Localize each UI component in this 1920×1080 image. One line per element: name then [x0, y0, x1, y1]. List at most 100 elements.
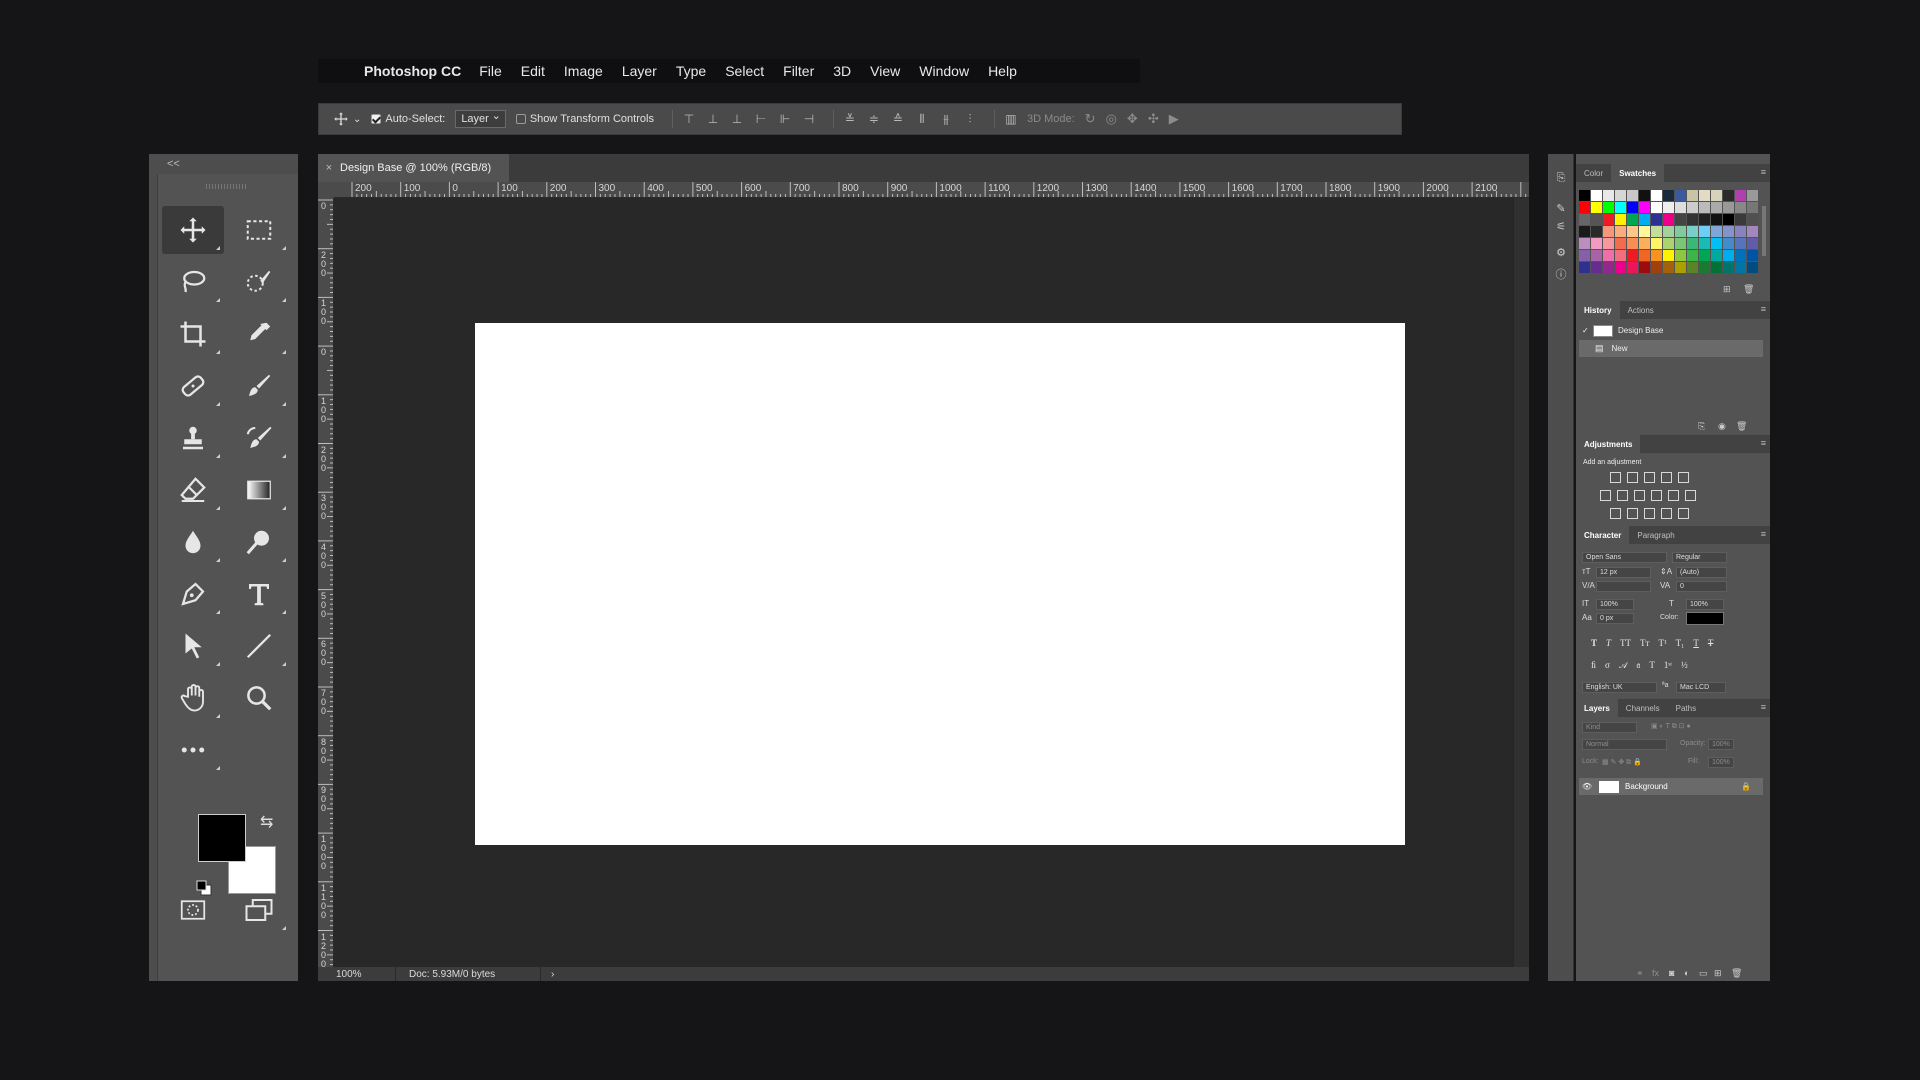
channel-mixer-icon[interactable] — [1668, 490, 1679, 501]
tool-preset-picker[interactable]: ⌄ — [333, 111, 361, 127]
tab-color[interactable]: Color — [1576, 164, 1611, 182]
panel-menu-icon[interactable]: ≡ — [1761, 702, 1766, 712]
color-swatch[interactable] — [1747, 190, 1758, 201]
dodge-tool[interactable] — [228, 518, 290, 566]
3d-roll-icon[interactable]: ◎ — [1106, 111, 1117, 127]
color-swatch[interactable] — [1627, 250, 1638, 261]
color-swatch[interactable] — [1615, 214, 1626, 225]
distribute-left-icon[interactable]: ⫴ — [914, 111, 930, 127]
tab-paragraph[interactable]: Paragraph — [1629, 526, 1682, 544]
text-color-swatch[interactable] — [1686, 612, 1724, 625]
trash-icon[interactable]: 🗑 — [1731, 968, 1742, 979]
color-swatch[interactable] — [1639, 226, 1650, 237]
tab-channels[interactable]: Channels — [1618, 699, 1668, 717]
font-size-field[interactable]: 12 px — [1596, 567, 1651, 578]
crop-tool[interactable] — [162, 310, 224, 358]
color-swatch[interactable] — [1711, 226, 1722, 237]
color-swatch[interactable] — [1723, 226, 1734, 237]
color-balance-icon[interactable] — [1617, 490, 1628, 501]
color-swatch[interactable] — [1639, 202, 1650, 213]
color-swatch[interactable] — [1699, 262, 1710, 273]
align-left-icon[interactable]: ⊢ — [753, 111, 769, 127]
link-layers-icon[interactable]: ⚭ — [1636, 968, 1644, 979]
color-swatch[interactable] — [1723, 238, 1734, 249]
marquee-tool[interactable] — [228, 206, 290, 254]
ruler-origin[interactable] — [318, 182, 334, 198]
zoom-tool[interactable] — [228, 674, 290, 722]
color-swatch[interactable] — [1651, 226, 1662, 237]
strikethrough-icon[interactable]: T — [1708, 638, 1714, 648]
properties-panel-icon[interactable]: ⚙ — [1554, 246, 1568, 260]
leading-field[interactable]: (Auto) — [1676, 567, 1727, 578]
align-top-icon[interactable]: ⊤ — [681, 111, 697, 127]
align-vertical-center-icon[interactable]: ⊥ — [705, 111, 721, 127]
auto-align-layers-icon[interactable]: ▥ — [1003, 111, 1019, 127]
subscript-icon[interactable]: T₁ — [1676, 638, 1685, 648]
clone-stamp-tool[interactable] — [162, 414, 224, 462]
color-swatch[interactable] — [1687, 250, 1698, 261]
tab-character[interactable]: Character — [1576, 526, 1630, 544]
history-brush-panel-icon[interactable]: ⎘ — [1554, 172, 1568, 186]
color-swatch[interactable] — [1723, 190, 1734, 201]
font-style-dropdown[interactable]: Regular — [1672, 552, 1727, 563]
all-caps-icon[interactable]: TT — [1620, 638, 1631, 648]
eraser-tool[interactable] — [162, 466, 224, 514]
color-swatch[interactable] — [1687, 226, 1698, 237]
color-swatch[interactable] — [1723, 202, 1734, 213]
color-swatch[interactable] — [1603, 190, 1614, 201]
brush-tool[interactable] — [228, 362, 290, 410]
eye-icon[interactable]: 👁 — [1579, 782, 1595, 791]
color-swatch[interactable] — [1735, 214, 1746, 225]
faux-bold-icon[interactable]: T — [1591, 638, 1597, 648]
color-swatch[interactable] — [1663, 262, 1674, 273]
color-swatch[interactable] — [1663, 202, 1674, 213]
color-swatch[interactable] — [1603, 214, 1614, 225]
color-swatch[interactable] — [1603, 250, 1614, 261]
color-swatch[interactable] — [1651, 262, 1662, 273]
new-document-from-state-icon[interactable]: ⎘ — [1698, 421, 1705, 432]
antialias-dropdown[interactable]: Mac LCD — [1676, 682, 1726, 693]
menu-filter[interactable]: Filter — [783, 63, 814, 79]
color-swatch[interactable] — [1579, 226, 1590, 237]
color-swatch[interactable] — [1699, 214, 1710, 225]
new-layer-icon[interactable]: ⊞ — [1714, 968, 1722, 979]
color-swatch[interactable] — [1687, 238, 1698, 249]
color-swatch[interactable] — [1747, 250, 1758, 261]
color-swatch[interactable] — [1579, 190, 1590, 201]
baseline-shift-field[interactable]: 0 px — [1596, 613, 1634, 624]
3d-scale-icon[interactable]: ▶ — [1169, 111, 1179, 127]
color-swatch[interactable] — [1579, 262, 1590, 273]
color-swatch[interactable] — [1591, 202, 1602, 213]
color-swatch[interactable] — [1579, 202, 1590, 213]
color-swatch[interactable] — [1639, 250, 1650, 261]
menu-image[interactable]: Image — [564, 63, 603, 79]
color-swatch[interactable] — [1591, 238, 1602, 249]
color-swatch[interactable] — [1735, 262, 1746, 273]
distribute-top-icon[interactable]: ≚ — [842, 111, 858, 127]
horizontal-scale-field[interactable]: 100% — [1686, 599, 1724, 610]
lock-icons[interactable]: ▦ ✎ ✥ ⧉ 🔒 — [1602, 758, 1642, 767]
small-caps-icon[interactable]: Tт — [1640, 638, 1649, 648]
align-right-icon[interactable]: ⊣ — [801, 111, 817, 127]
brush-panel-icon[interactable]: ✎ — [1554, 202, 1568, 216]
foreground-color-swatch[interactable] — [198, 814, 246, 862]
color-swatch[interactable] — [1627, 202, 1638, 213]
move-tool[interactable] — [162, 206, 224, 254]
color-swatch[interactable] — [1675, 190, 1686, 201]
color-swatch[interactable] — [1591, 226, 1602, 237]
align-bottom-icon[interactable]: ⊥ — [729, 111, 745, 127]
color-swatch[interactable] — [1675, 250, 1686, 261]
gradient-map-icon[interactable] — [1678, 508, 1689, 519]
collapse-panel-icon[interactable]: << — [167, 158, 180, 170]
canvas-area[interactable] — [335, 199, 1513, 967]
color-swatch[interactable] — [1639, 238, 1650, 249]
menu-help[interactable]: Help — [988, 63, 1017, 79]
fractions-icon[interactable]: ½ — [1681, 660, 1688, 671]
menu-type[interactable]: Type — [676, 63, 706, 79]
swap-colors-icon[interactable]: ⇆ — [260, 812, 273, 832]
color-swatch[interactable] — [1639, 214, 1650, 225]
panel-menu-icon[interactable]: ≡ — [1761, 438, 1766, 448]
tab-actions[interactable]: Actions — [1620, 301, 1662, 319]
font-family-dropdown[interactable]: Open Sans — [1582, 552, 1667, 563]
eyedropper-tool[interactable] — [228, 310, 290, 358]
